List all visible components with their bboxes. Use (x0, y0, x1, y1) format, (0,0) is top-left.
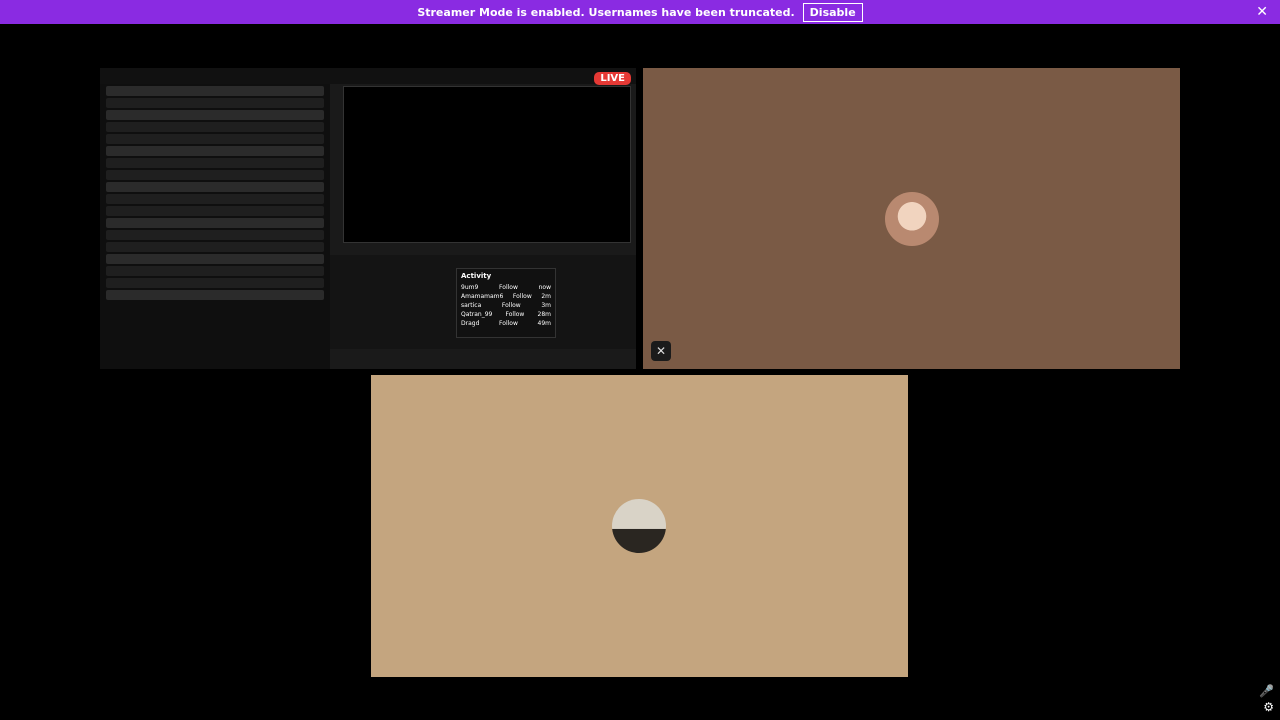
activity-time: 49m (537, 320, 551, 327)
mic-icon[interactable]: 🎤 (1259, 684, 1274, 698)
banner-message: Streamer Mode is enabled. Usernames have… (417, 5, 795, 19)
screen-share-tile[interactable]: Activity 9um9 Follow now Amamamam6 Follo… (100, 68, 636, 369)
avatar (885, 192, 939, 246)
activity-name: Dragd (461, 320, 480, 327)
activity-name: Amamamam6 (461, 293, 504, 300)
participant-tile[interactable] (643, 68, 1180, 369)
activity-name: sartica (461, 302, 482, 309)
avatar (612, 499, 666, 553)
activity-name: 9um9 (461, 284, 479, 291)
activity-panel: Activity 9um9 Follow now Amamamam6 Follo… (456, 268, 556, 338)
participant-tile[interactable] (371, 375, 908, 677)
mic-muted-icon: ✕ (651, 341, 671, 361)
close-icon[interactable]: ✕ (1256, 4, 1268, 20)
bottom-right-controls: 🎤 ⚙ (1259, 684, 1274, 714)
activity-event: Follow (505, 311, 525, 318)
activity-time: 3m (541, 302, 551, 309)
streamer-mode-banner: Streamer Mode is enabled. Usernames have… (0, 0, 1280, 24)
activity-name: Qatran_99 (461, 311, 493, 318)
activity-time: now (538, 284, 551, 291)
activity-row: Qatran_99 Follow 28m (457, 310, 555, 319)
stream-preview (343, 86, 631, 243)
activity-row: Amamamam6 Follow 2m (457, 292, 555, 301)
activity-event: Follow (501, 302, 521, 309)
settings-icon[interactable]: ⚙ (1263, 700, 1274, 714)
activity-row: sartica Follow 3m (457, 301, 555, 310)
activity-event: Follow (512, 293, 532, 300)
activity-event: Follow (499, 320, 518, 327)
activity-row: 9um9 Follow now (457, 283, 555, 292)
screen-topbar (100, 68, 636, 84)
chat-panel (100, 84, 330, 369)
disable-button[interactable]: Disable (802, 2, 863, 22)
activity-time: 28m (537, 311, 551, 318)
activity-row: Dragd Follow 49m (457, 319, 555, 328)
live-badge: LIVE (594, 72, 631, 85)
activity-event: Follow (499, 284, 518, 291)
activity-title: Activity (461, 272, 492, 280)
activity-time: 2m (541, 293, 551, 300)
